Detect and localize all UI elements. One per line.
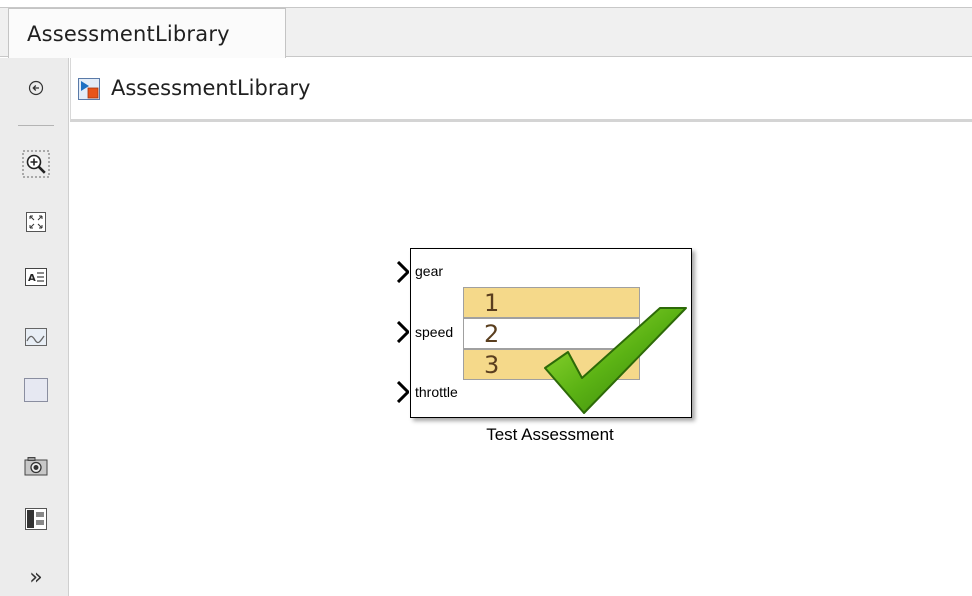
port-label-throttle: throttle <box>415 384 458 400</box>
palette-separator <box>18 125 54 126</box>
step-number: 1 <box>484 289 500 317</box>
area-icon[interactable] <box>22 376 50 404</box>
tab-bar-top-line <box>0 0 972 8</box>
port-label-speed: speed <box>415 324 454 340</box>
tab-label: AssessmentLibrary <box>27 21 230 46</box>
model-browser-icon[interactable] <box>22 505 50 533</box>
input-port-throttle-arrow[interactable] <box>397 381 409 403</box>
input-port-speed-arrow[interactable] <box>397 321 409 343</box>
step-number: 2 <box>484 320 500 348</box>
breadcrumb-model[interactable]: AssessmentLibrary <box>111 76 310 100</box>
port-label-gear: gear <box>415 263 444 279</box>
back-arrow-icon[interactable] <box>22 74 50 102</box>
camera-icon[interactable] <box>22 452 50 480</box>
svg-text:A: A <box>28 273 36 284</box>
tab-bar: AssessmentLibrary <box>0 0 972 58</box>
checkmark-icon <box>544 307 687 414</box>
zoom-icon[interactable] <box>22 150 50 178</box>
step-number: 3 <box>484 351 500 379</box>
input-port-gear-arrow[interactable] <box>397 261 409 283</box>
address-bar: AssessmentLibrary <box>70 58 972 122</box>
block-name-label: Test Assessment <box>486 425 614 444</box>
tab-assessment-library[interactable]: AssessmentLibrary <box>8 8 286 58</box>
library-model-icon <box>78 78 100 100</box>
annotation-icon[interactable]: A <box>22 263 50 291</box>
tool-palette: A » <box>0 58 69 596</box>
more-icon[interactable]: » <box>22 563 50 591</box>
image-icon[interactable] <box>22 323 50 351</box>
fit-to-view-icon[interactable] <box>22 208 50 236</box>
